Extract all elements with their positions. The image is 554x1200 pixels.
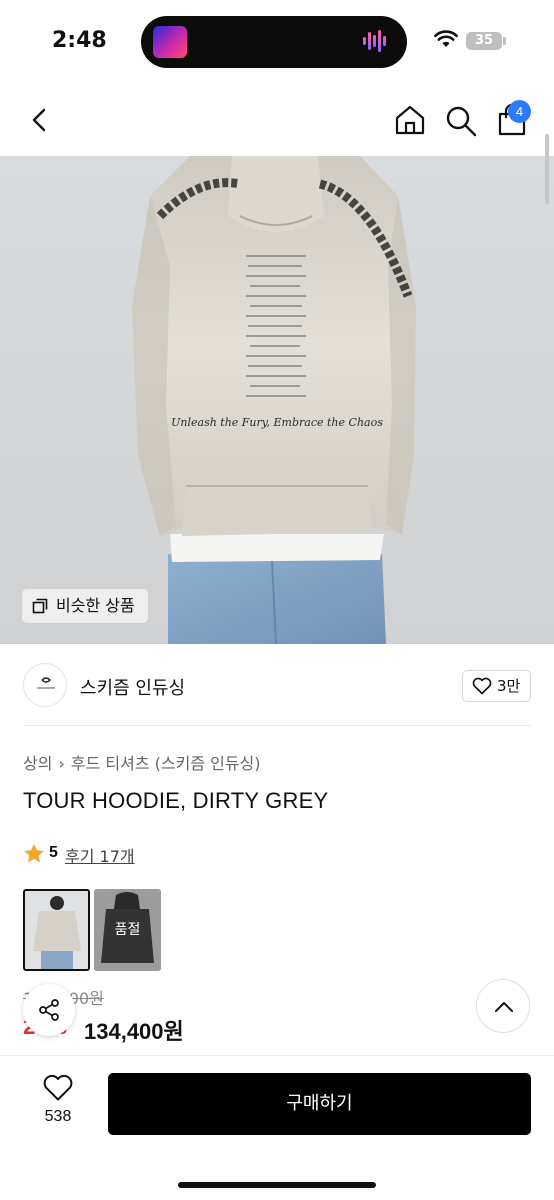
audio-waveform-icon <box>363 30 393 54</box>
section-divider <box>23 725 531 726</box>
heart-icon <box>43 1074 73 1101</box>
brand-name[interactable]: 스키즘 인듀싱 <box>80 674 185 700</box>
status-bar: 2:48 35 <box>0 0 554 84</box>
brand-logo[interactable] <box>23 663 67 707</box>
sold-out-label: 품절 <box>114 922 141 938</box>
breadcrumb-category[interactable]: 상의 <box>23 754 52 773</box>
brand-logo-mark <box>37 677 55 689</box>
chevron-up-icon <box>495 1002 513 1012</box>
sale-price: 134,400원 <box>84 1019 184 1044</box>
hoodie-print-text: Unleash the Fury, Embrace the Chaos <box>171 416 383 429</box>
breadcrumb-subcategory[interactable]: 후드 티셔츠 (스키즘 인듀싱) <box>71 754 261 773</box>
product-title: TOUR HOODIE, DIRTY GREY <box>23 788 329 813</box>
variant-grey-image <box>25 891 88 969</box>
brand-like-button[interactable]: 3만 <box>462 670 531 702</box>
heart-icon <box>472 677 492 695</box>
chevron-right-icon: › <box>58 754 65 773</box>
brand-like-count: 3만 <box>497 677 521 695</box>
variant-thumbnail-black[interactable]: 품절 <box>94 889 161 971</box>
hoodie-illustration: Unleash the Fury, Embrace the Chaos <box>132 156 416 644</box>
star-icon <box>24 844 44 863</box>
cart-count-badge: 4 <box>508 100 531 123</box>
share-icon <box>39 999 59 1021</box>
top-navigation <box>0 84 554 156</box>
now-playing-artwork <box>153 26 187 58</box>
home-icon[interactable] <box>392 102 428 138</box>
copy-icon <box>32 598 48 614</box>
buy-button[interactable]: 구매하기 <box>108 1073 531 1135</box>
battery-tip <box>503 37 506 45</box>
wishlist-button[interactable]: 538 <box>38 1074 78 1130</box>
wishlist-count: 538 <box>44 1108 72 1125</box>
scroll-to-top-button[interactable] <box>476 979 530 1033</box>
wifi-icon <box>434 30 458 47</box>
breadcrumb: 상의 › 후드 티셔츠 (스키즘 인듀싱) <box>23 750 261 774</box>
dynamic-island[interactable] <box>141 16 407 68</box>
battery-indicator: 35 <box>466 32 502 50</box>
back-icon[interactable] <box>24 104 56 136</box>
review-count-link[interactable]: 후기 17개 <box>65 843 135 867</box>
status-time: 2:48 <box>52 28 107 53</box>
variant-thumbnail-grey[interactable] <box>23 889 90 971</box>
product-image[interactable]: Unleash the Fury, Embrace the Chaos <box>0 156 554 644</box>
home-indicator[interactable] <box>178 1182 376 1188</box>
similar-products-label: 비슷한 상품 <box>56 596 135 615</box>
rating-value: 5 <box>49 844 58 861</box>
page-scrollbar[interactable] <box>545 134 549 204</box>
search-icon[interactable] <box>444 104 478 138</box>
share-button[interactable] <box>23 984 75 1036</box>
similar-products-button[interactable]: 비슷한 상품 <box>22 589 148 623</box>
